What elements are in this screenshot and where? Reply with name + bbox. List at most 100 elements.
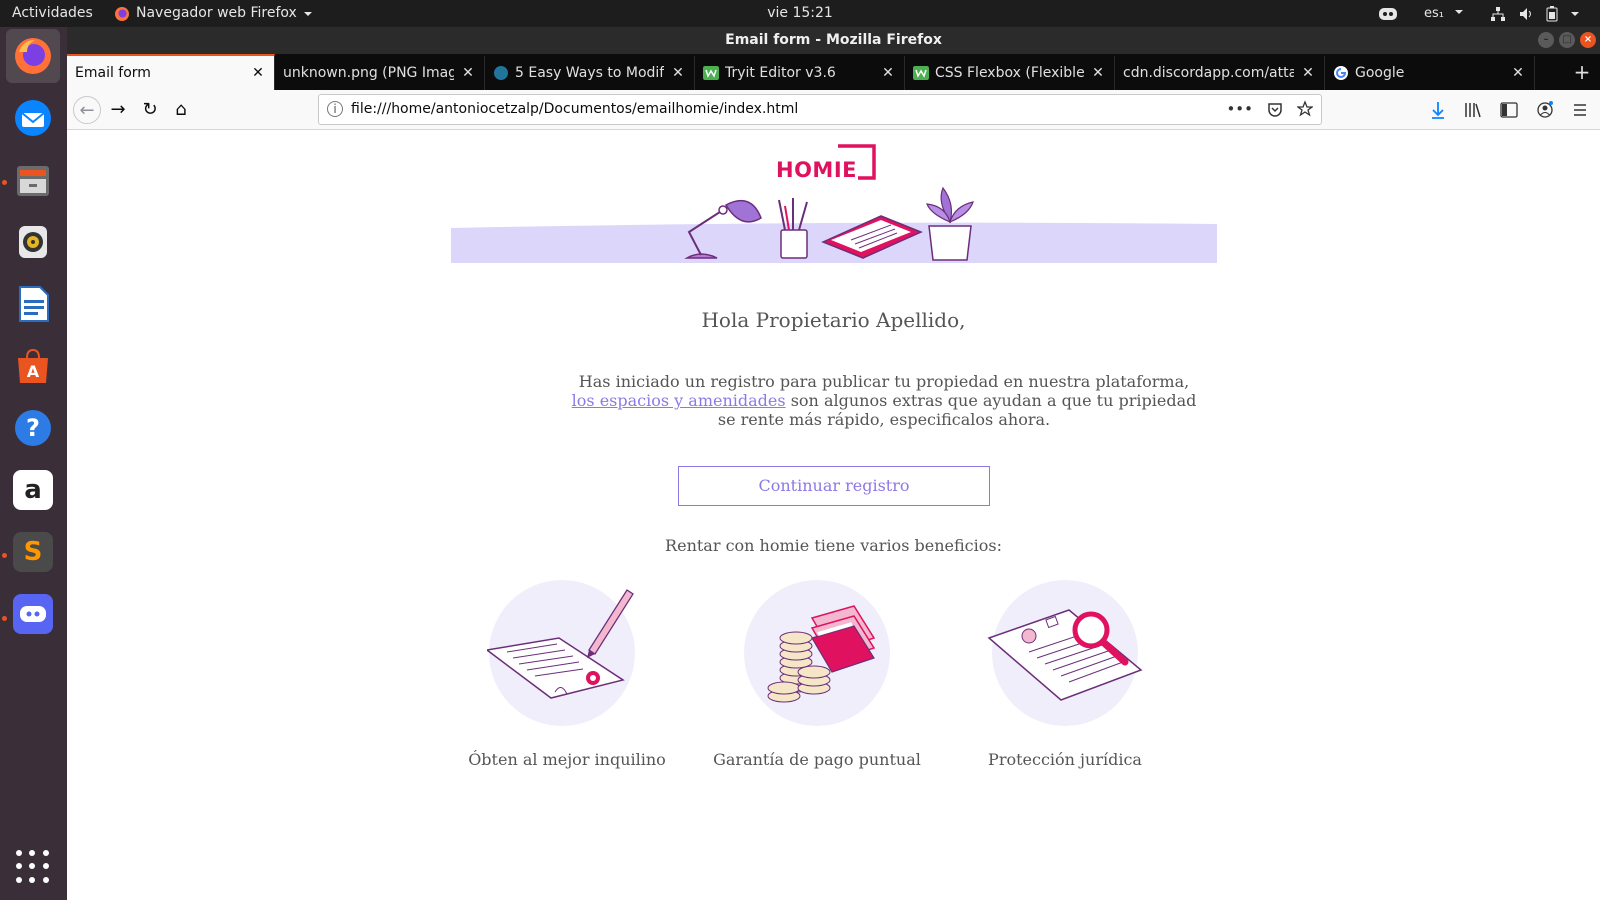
homie-logo-text: HOMIE: [776, 158, 857, 182]
page-content: HOMIE Hola Propietario Apellido, Has ini…: [67, 130, 1600, 900]
intro-text-after: son algunos extras que ayudan a que tu p…: [717, 391, 1197, 429]
close-window-button[interactable]: ×: [1580, 32, 1596, 48]
tab-close-button[interactable]: ✕: [670, 65, 686, 81]
ubuntu-dock: A ? a S: [0, 27, 67, 900]
tab-close-button[interactable]: ✕: [880, 65, 896, 81]
new-tab-button[interactable]: +: [1570, 60, 1594, 84]
dock-software[interactable]: A: [6, 339, 60, 393]
system-menu[interactable]: [1490, 0, 1580, 27]
language-label: es₁: [1424, 6, 1444, 21]
greeting: Hola Propietario Apellido,: [701, 308, 966, 332]
tab-discord-cdn[interactable]: cdn.discordapp.com/attac ✕: [1115, 56, 1325, 90]
benefit-best-tenant: Óbten al mejor inquilino: [457, 578, 677, 769]
wordpress-favicon-icon: [494, 66, 508, 80]
show-applications-button[interactable]: [16, 850, 50, 884]
help-glyph: ?: [26, 414, 40, 442]
download-icon[interactable]: [1430, 90, 1446, 130]
w3schools-favicon-icon: [913, 66, 929, 80]
tab-google[interactable]: Google ✕: [1325, 56, 1535, 90]
dock-firefox[interactable]: [6, 29, 60, 83]
tab-label: 5 Easy Ways to Modify: [515, 65, 664, 81]
continue-registration-button[interactable]: Continuar registro: [678, 466, 990, 506]
tab-5-easy-ways[interactable]: 5 Easy Ways to Modify ✕: [485, 56, 695, 90]
navigation-toolbar: ← → ↻ ⌂ i file:///home/antoniocetzalp/Do…: [67, 90, 1600, 130]
network-icon: [1491, 6, 1505, 21]
benefit-payment-guarantee: Garantía de pago puntual: [707, 578, 927, 769]
tab-close-button[interactable]: ✕: [1510, 65, 1526, 81]
tab-unknown-png[interactable]: unknown.png (PNG Image ✕: [275, 56, 485, 90]
window-title: Email form - Mozilla Firefox: [725, 32, 942, 48]
bookmark-star-icon[interactable]: [1297, 95, 1313, 124]
help-icon: ?: [13, 408, 53, 448]
dock-rhythmbox[interactable]: [6, 215, 60, 269]
tab-close-button[interactable]: ✕: [1300, 65, 1316, 81]
pocket-icon[interactable]: [1267, 95, 1283, 124]
benefits-title: Rentar con homie tiene varios beneficios…: [665, 536, 1002, 555]
google-favicon-icon: [1334, 66, 1348, 80]
window-titlebar: Email form - Mozilla Firefox – □ ×: [67, 27, 1600, 54]
language-indicator[interactable]: es₁: [1424, 0, 1464, 27]
tab-close-button[interactable]: ✕: [1090, 65, 1106, 81]
account-icon[interactable]: [1536, 90, 1554, 130]
tab-close-button[interactable]: ✕: [250, 65, 266, 81]
tab-css-flexbox[interactable]: CSS Flexbox (Flexible B ✕: [905, 56, 1115, 90]
sublime-glyph: S: [23, 537, 43, 567]
volume-icon: [1520, 7, 1531, 20]
reload-button[interactable]: ↻: [136, 96, 164, 124]
rhythmbox-icon: [13, 222, 53, 262]
homie-logo: HOMIE: [776, 142, 876, 186]
activities-button[interactable]: Actividades: [12, 0, 93, 27]
hero-banner: HOMIE: [451, 130, 1217, 270]
files-icon: [13, 160, 53, 200]
dock-sublime[interactable]: S: [6, 525, 60, 579]
tab-label: cdn.discordapp.com/attac: [1123, 65, 1294, 81]
forward-button[interactable]: →: [104, 96, 132, 124]
minimize-button[interactable]: –: [1538, 32, 1554, 48]
hamburger-menu-icon[interactable]: [1572, 90, 1588, 130]
gnome-top-bar: Actividades Navegador web Firefox vie 15…: [0, 0, 1600, 27]
site-info-icon[interactable]: i: [327, 101, 343, 117]
app-menu-label: Navegador web Firefox: [136, 5, 297, 21]
amenities-link[interactable]: los espacios y amenidades: [572, 391, 786, 410]
url-bar[interactable]: i file:///home/antoniocetzalp/Documentos…: [318, 94, 1322, 125]
tab-strip: Email form ✕ unknown.png (PNG Image ✕ 5 …: [67, 54, 1600, 90]
dock-discord[interactable]: [6, 587, 60, 641]
tab-label: unknown.png (PNG Image: [283, 65, 454, 81]
tab-label: Google: [1355, 65, 1405, 81]
intro-paragraph: Has iniciado un registro para publicar t…: [567, 372, 1201, 429]
library-icon[interactable]: [1464, 90, 1482, 130]
thunderbird-icon: [13, 98, 53, 138]
document-magnifier-icon: [987, 580, 1143, 726]
chevron-down-icon: [1455, 10, 1464, 14]
amazon-glyph: a: [24, 475, 42, 505]
firefox-icon: [13, 36, 53, 76]
tab-label: Tryit Editor v3.6: [725, 65, 836, 81]
tab-tryit-editor[interactable]: Tryit Editor v3.6 ✕: [695, 56, 905, 90]
sidebar-icon[interactable]: [1500, 90, 1518, 130]
benefit-label: Protección jurídica: [988, 750, 1142, 769]
writer-icon: [13, 284, 53, 324]
dock-thunderbird[interactable]: [6, 91, 60, 145]
tab-email-form[interactable]: Email form ✕: [67, 54, 275, 90]
software-icon: A: [13, 346, 53, 386]
chevron-down-icon: [1571, 11, 1579, 16]
discord-tray-icon[interactable]: [1378, 0, 1398, 27]
intro-text-before: Has iniciado un registro para publicar t…: [578, 372, 1190, 391]
url-text[interactable]: file:///home/antoniocetzalp/Documentos/e…: [351, 95, 798, 124]
w3schools-favicon-icon: [703, 66, 719, 80]
tab-label: Email form: [75, 65, 151, 81]
dock-help[interactable]: ?: [6, 401, 60, 455]
back-button[interactable]: ←: [73, 96, 101, 124]
maximize-button[interactable]: □: [1559, 32, 1575, 48]
tab-close-button[interactable]: ✕: [460, 65, 476, 81]
dock-writer[interactable]: [6, 277, 60, 331]
page-actions-button[interactable]: •••: [1226, 95, 1253, 124]
dock-files[interactable]: [6, 153, 60, 207]
dock-amazon[interactable]: a: [6, 463, 60, 517]
clock[interactable]: vie 15:21: [767, 5, 833, 21]
discord-icon: [13, 594, 53, 634]
app-menu[interactable]: Navegador web Firefox: [114, 0, 313, 27]
home-button[interactable]: ⌂: [167, 96, 195, 124]
contract-signature-icon: [487, 580, 635, 726]
benefit-legal-protection: Protección jurídica: [955, 578, 1175, 769]
